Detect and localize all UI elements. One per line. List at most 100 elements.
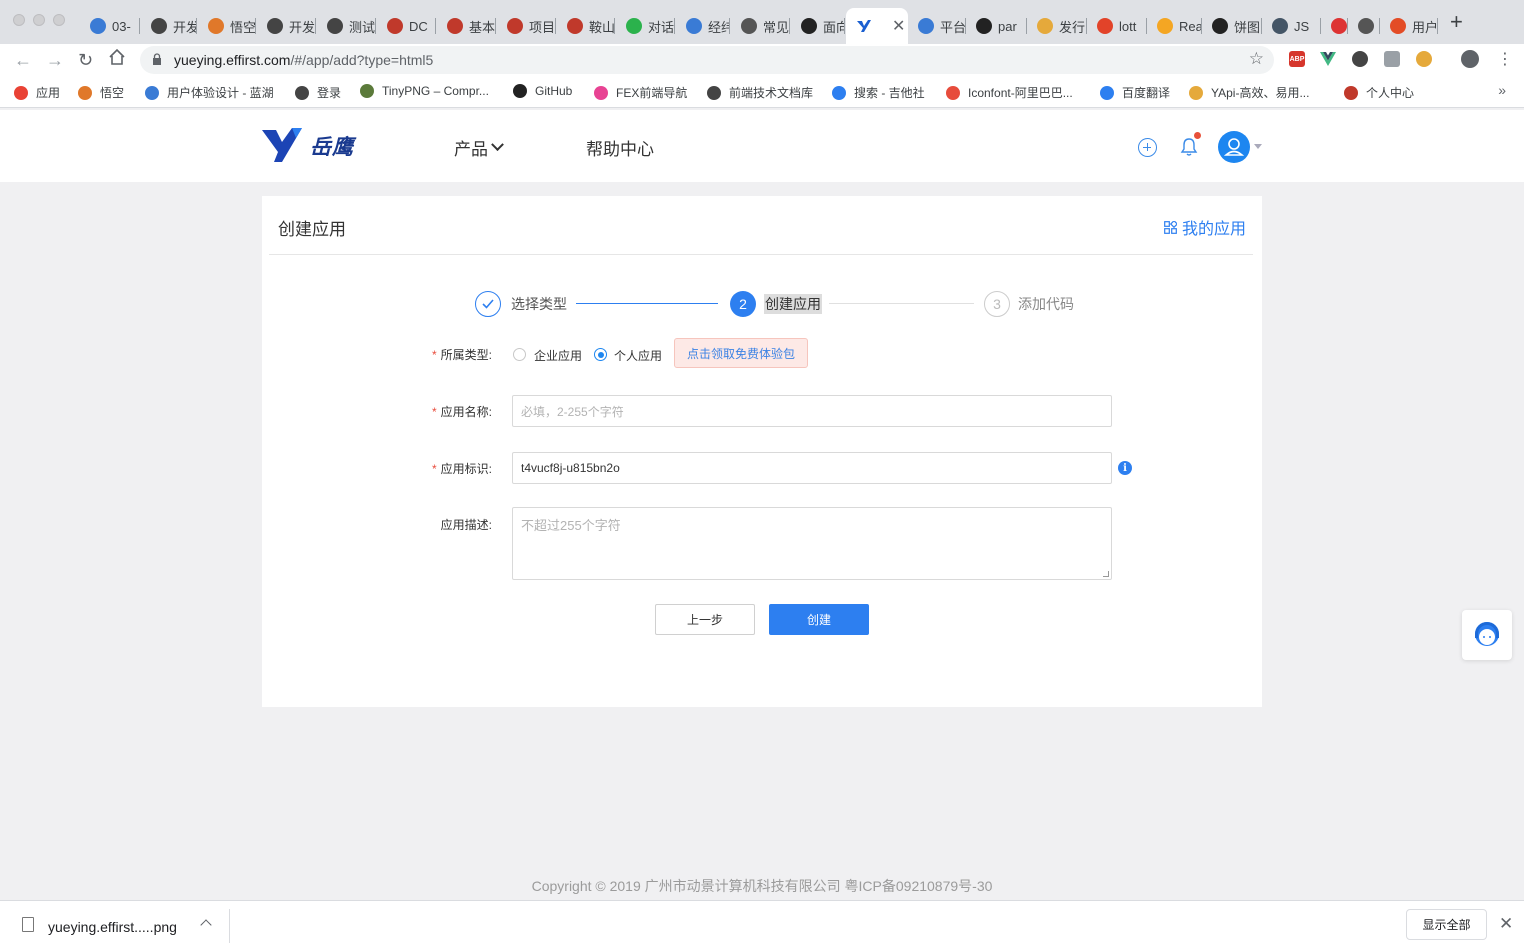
- app-id-input[interactable]: t4vucf8j-u815bn2o: [512, 452, 1112, 484]
- adblock-extension-icon[interactable]: ABP: [1289, 51, 1305, 67]
- window-zoom-button[interactable]: [53, 14, 65, 26]
- bookmark-item[interactable]: 悟空: [78, 84, 124, 101]
- new-tab-button[interactable]: +: [1450, 11, 1463, 33]
- bookmark-item[interactable]: 应用: [14, 84, 60, 101]
- browser-tab[interactable]: 面向: [791, 8, 845, 44]
- folder-extension-icon[interactable]: [1384, 51, 1400, 67]
- bookmark-item[interactable]: 百度翻译: [1100, 84, 1170, 101]
- browser-tab-active[interactable]: ✕: [846, 8, 908, 44]
- bookmark-item[interactable]: 前端技术文档库: [707, 84, 813, 101]
- customer-service-button[interactable]: [1462, 610, 1512, 660]
- browser-tab[interactable]: 03-: [80, 8, 140, 44]
- yueying-favicon-icon: [856, 18, 872, 34]
- browser-tab[interactable]: par: [966, 8, 1027, 44]
- evernote-extension-icon[interactable]: [1352, 51, 1368, 67]
- bookmark-label: YApi-高效、易用...: [1211, 86, 1310, 100]
- radio-enterprise[interactable]: [513, 348, 526, 361]
- browser-menu-icon[interactable]: ⋮: [1497, 49, 1513, 71]
- tab-close-icon[interactable]: ✕: [892, 16, 905, 36]
- tab-favicon-icon: [151, 18, 167, 34]
- site-header: 岳鹰 产品 帮助中心: [0, 110, 1524, 182]
- home-icon[interactable]: [108, 48, 126, 71]
- tab-separator: [495, 18, 496, 34]
- browser-tab[interactable]: 饼图: [1202, 8, 1262, 44]
- tab-separator: [375, 18, 376, 34]
- browser-tab[interactable]: 项目: [497, 8, 556, 44]
- bookmark-item[interactable]: YApi-高效、易用...: [1189, 84, 1309, 101]
- reload-icon[interactable]: ↻: [78, 49, 93, 71]
- bookmark-item[interactable]: 搜索 - 吉他社: [832, 84, 925, 101]
- add-icon[interactable]: [1138, 138, 1157, 157]
- app-desc-textarea[interactable]: 不超过255个字符: [512, 507, 1112, 580]
- tab-label: lott: [1119, 18, 1137, 34]
- chevron-down-icon: [491, 138, 504, 152]
- bookmark-item[interactable]: 用户体验设计 - 蓝湖: [145, 84, 274, 101]
- bookmark-item[interactable]: 个人中心: [1344, 84, 1414, 101]
- browser-tab[interactable]: JS: [1262, 8, 1321, 44]
- bookmark-item[interactable]: Iconfont-阿里巴巴...: [946, 84, 1073, 101]
- avatar-caret-icon[interactable]: [1254, 144, 1262, 149]
- resize-grip-icon[interactable]: [1103, 571, 1109, 577]
- tab-favicon-icon: [1331, 18, 1347, 34]
- tab-separator: [315, 18, 316, 34]
- window-close-button[interactable]: [13, 14, 25, 26]
- nav-help[interactable]: 帮助中心: [586, 135, 654, 160]
- radio-personal-label[interactable]: 个人应用: [614, 347, 662, 364]
- site-footer: Copyright © 2019 广州市动景计算机科技有限公司 粤ICP备092…: [531, 878, 993, 894]
- browser-tab[interactable]: 常见: [731, 8, 790, 44]
- browser-tab[interactable]: 悟空: [198, 8, 256, 44]
- my-apps-link[interactable]: 我的应用: [1164, 215, 1246, 239]
- browser-tab[interactable]: 开发: [141, 8, 197, 44]
- download-file-name[interactable]: yueying.effirst.....png: [48, 919, 177, 935]
- show-all-downloads-button[interactable]: 显示全部: [1406, 909, 1487, 940]
- nav-product[interactable]: 产品: [454, 135, 504, 160]
- address-bar[interactable]: yueying.effirst.com/#/app/add?type=html5…: [140, 46, 1274, 74]
- browser-tab[interactable]: 鞍山: [557, 8, 615, 44]
- bookmark-star-icon[interactable]: ☆: [1249, 49, 1264, 69]
- tab-favicon-icon: [918, 18, 934, 34]
- forward-icon[interactable]: →: [46, 49, 64, 71]
- bookmark-item[interactable]: TinyPNG – Compr...: [360, 84, 489, 98]
- create-button[interactable]: 创建: [769, 604, 869, 635]
- bookmark-favicon-icon: [295, 85, 309, 100]
- tab-favicon-icon: [1037, 18, 1053, 34]
- browser-tab[interactable]: 发行: [1027, 8, 1087, 44]
- browser-tab[interactable]: DC: [377, 8, 436, 44]
- browser-tab[interactable]: [1321, 8, 1348, 44]
- avatar[interactable]: [1218, 131, 1250, 163]
- browser-tab[interactable]: 平台: [908, 8, 966, 44]
- radio-enterprise-label[interactable]: 企业应用: [534, 347, 582, 364]
- tab-favicon-icon: [626, 18, 642, 34]
- app-name-input[interactable]: 必填，2-255个字符: [512, 395, 1112, 427]
- bookmark-label: 应用: [36, 86, 61, 100]
- browser-tab[interactable]: 对话: [616, 8, 675, 44]
- close-icon[interactable]: ✕: [1499, 914, 1513, 934]
- browser-tab[interactable]: 开发: [257, 8, 316, 44]
- window-minimize-button[interactable]: [33, 14, 45, 26]
- prev-step-button[interactable]: 上一步: [655, 604, 755, 635]
- back-icon[interactable]: ←: [14, 49, 32, 71]
- browser-tab[interactable]: lott: [1087, 8, 1147, 44]
- browser-tab[interactable]: 测试: [317, 8, 376, 44]
- profile-icon[interactable]: [1461, 50, 1479, 68]
- bookmark-item[interactable]: 登录: [295, 84, 341, 101]
- bell-icon[interactable]: [1180, 137, 1198, 157]
- yapi-extension-icon[interactable]: [1416, 51, 1432, 67]
- browser-tab[interactable]: [1348, 8, 1380, 44]
- my-apps-label: 我的应用: [1181, 221, 1246, 238]
- browser-tab[interactable]: 基本: [437, 8, 496, 44]
- vue-devtools-icon[interactable]: [1320, 51, 1336, 67]
- info-icon[interactable]: i: [1118, 461, 1132, 475]
- bookmarks-overflow-icon[interactable]: »: [1498, 82, 1506, 98]
- tab-label: 鞍山: [589, 19, 615, 35]
- browser-tab[interactable]: 用户: [1380, 8, 1438, 44]
- free-trial-button[interactable]: 点击领取免费体验包: [674, 338, 808, 368]
- radio-personal[interactable]: [594, 348, 607, 361]
- bookmark-item[interactable]: GitHub: [513, 84, 572, 98]
- apps-grid-icon: [1164, 220, 1177, 234]
- browser-tab[interactable]: 经纬: [676, 8, 730, 44]
- site-logo[interactable]: 岳鹰: [262, 128, 354, 164]
- chevron-up-icon[interactable]: [200, 919, 212, 931]
- bookmark-item[interactable]: FEX前端导航: [594, 84, 687, 101]
- browser-tab[interactable]: Rea: [1147, 8, 1202, 44]
